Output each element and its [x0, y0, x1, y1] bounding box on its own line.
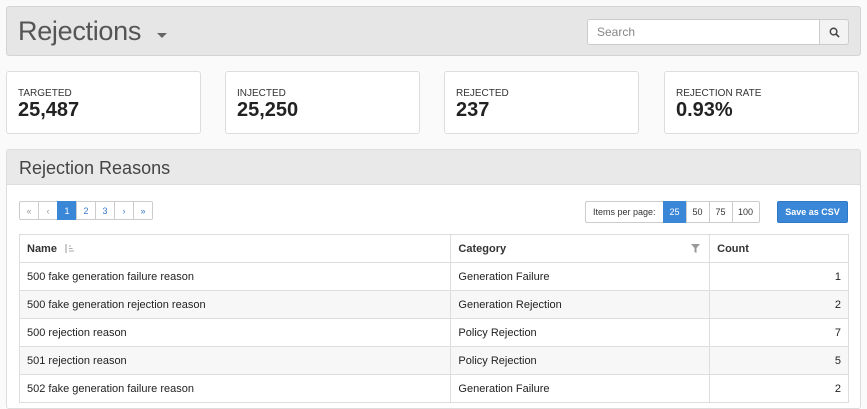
- stat-value: 0.93%: [676, 99, 733, 121]
- cell-category: Generation Rejection: [450, 290, 711, 319]
- page-header: Rejections: [6, 6, 861, 56]
- prev-page-button[interactable]: ‹: [38, 201, 58, 220]
- column-header-label: Category: [458, 242, 507, 255]
- panel-title: Rejection Reasons: [19, 158, 171, 178]
- stat-card-injected: INJECTED 25,250: [225, 71, 420, 134]
- stat-card-rejected: REJECTED 237: [444, 71, 639, 134]
- page-button-2[interactable]: 2: [76, 201, 96, 220]
- column-header-label: Name: [27, 242, 57, 255]
- items-per-page-label: Items per page:: [585, 201, 664, 223]
- cell-category: Policy Rejection: [450, 346, 711, 375]
- column-header-category[interactable]: Category: [450, 234, 711, 263]
- table-row[interactable]: 500 fake generation failure reason Gener…: [18, 262, 849, 291]
- search-input[interactable]: [587, 19, 820, 45]
- stat-label: REJECTED: [456, 88, 509, 99]
- page-title[interactable]: Rejections: [18, 16, 141, 47]
- search-button[interactable]: [819, 19, 849, 45]
- stat-value: 237: [456, 99, 490, 121]
- cell-name: 502 fake generation failure reason: [18, 374, 452, 403]
- table-row[interactable]: 502 fake generation failure reason Gener…: [18, 374, 849, 403]
- column-header-name[interactable]: Name: [18, 234, 452, 263]
- stat-value: 25,250: [237, 99, 299, 121]
- stat-label: REJECTION RATE: [676, 88, 762, 99]
- next-page-button[interactable]: ›: [114, 201, 134, 220]
- cell-category: Policy Rejection: [450, 318, 711, 347]
- cell-category: Generation Failure: [450, 262, 711, 291]
- stat-card-targeted: TARGETED 25,487: [6, 71, 201, 134]
- items-per-page-25[interactable]: 25: [662, 201, 687, 223]
- cell-category: Generation Failure: [450, 374, 711, 403]
- column-header-label: Count: [717, 242, 749, 255]
- table-row[interactable]: 500 fake generation rejection reason Gen…: [18, 290, 849, 319]
- cell-name: 500 fake generation failure reason: [18, 262, 452, 291]
- table-header-row: Name Category Count: [18, 234, 849, 263]
- cell-count: 5: [709, 346, 849, 375]
- column-header-count[interactable]: Count: [709, 234, 849, 263]
- stat-label: TARGETED: [18, 88, 72, 99]
- cell-name: 501 rejection reason: [18, 346, 452, 375]
- items-per-page: Items per page: 25 50 75 100: [585, 201, 760, 223]
- last-page-button[interactable]: »: [133, 201, 153, 220]
- cell-count: 2: [709, 290, 849, 319]
- pagination: « ‹ 1 2 3 › »: [19, 201, 153, 220]
- cell-name: 500 rejection reason: [18, 318, 452, 347]
- rejection-reasons-panel: Rejection Reasons « ‹ 1 2 3 › » Items pe…: [6, 149, 861, 409]
- save-csv-button[interactable]: Save as CSV: [777, 201, 848, 223]
- table-row[interactable]: 500 rejection reason Policy Rejection 7: [18, 318, 849, 347]
- items-per-page-50[interactable]: 50: [685, 201, 710, 223]
- stat-card-rejection-rate: REJECTION RATE 0.93%: [664, 71, 859, 134]
- cell-count: 7: [709, 318, 849, 347]
- items-per-page-100[interactable]: 100: [731, 201, 760, 223]
- panel-header: Rejection Reasons: [7, 150, 860, 185]
- table-row[interactable]: 501 rejection reason Policy Rejection 5: [18, 346, 849, 375]
- page-button-3[interactable]: 3: [95, 201, 115, 220]
- stat-value: 25,487: [18, 99, 80, 121]
- sort-ascending-icon[interactable]: [64, 243, 75, 254]
- stat-label: INJECTED: [237, 88, 286, 99]
- filter-icon[interactable]: [691, 244, 701, 253]
- caret-down-icon[interactable]: [157, 33, 167, 38]
- page-button-1[interactable]: 1: [57, 201, 77, 220]
- cell-count: 1: [709, 262, 849, 291]
- items-per-page-75[interactable]: 75: [708, 201, 733, 223]
- cell-name: 500 fake generation rejection reason: [18, 290, 452, 319]
- search-icon: [829, 27, 840, 38]
- cell-count: 2: [709, 374, 849, 403]
- first-page-button[interactable]: «: [19, 201, 39, 220]
- rejection-reasons-table: Name Category Count 500 fake generation …: [18, 234, 849, 403]
